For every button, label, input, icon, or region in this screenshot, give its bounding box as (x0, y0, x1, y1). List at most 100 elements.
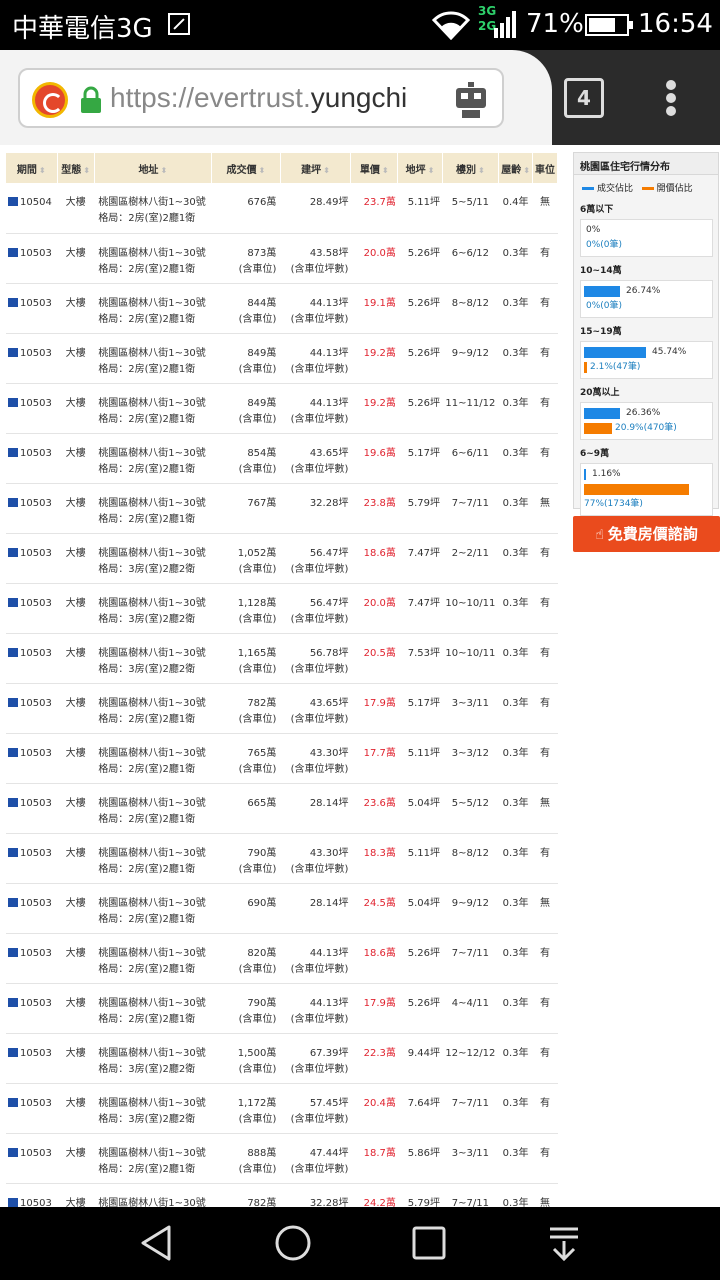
table-row[interactable]: 10503 大樓 桃園區樹林八街1~30號 格局：2房(室)2廳1衛 888萬 (含車位)… (6, 1133, 558, 1184)
address-line: 桃園區樹林八街1~30號 (98, 547, 206, 559)
cell-unit-price: 19.1萬 (350, 283, 398, 334)
area-value: 43.30坪 (309, 847, 349, 859)
home-icon[interactable] (273, 1223, 313, 1263)
price-value: 765萬 (247, 747, 277, 759)
area-value: 28.14坪 (309, 897, 349, 909)
area-value: 32.28坪 (309, 1197, 349, 1208)
column-header[interactable]: 樓別 ⬍ (442, 153, 500, 183)
floor-value: 6~6/11 (451, 447, 489, 459)
address-line: 桃園區樹林八街1~30號 (98, 947, 206, 959)
unit-price-value: 17.7萬 (363, 747, 396, 759)
cell-type: 大樓 (57, 533, 95, 584)
cell-period: 10503 (6, 833, 57, 884)
bank-icon (8, 997, 18, 1007)
cell-unit-price: 20.4萬 (350, 1083, 398, 1134)
table-row[interactable]: 10503 大樓 桃園區樹林八街1~30號 格局：2房(室)2廳1衛 690萬 28.14… (6, 883, 558, 934)
recent-apps-icon[interactable] (409, 1223, 449, 1263)
table-row[interactable]: 10503 大樓 桃園區樹林八街1~30號 格局：2房(室)2廳1衛 854萬 (含車位)… (6, 433, 558, 484)
parking-value: 有 (539, 647, 550, 659)
column-header[interactable]: 車位 (532, 153, 559, 183)
age-value: 0.3年 (502, 547, 529, 559)
bank-icon (8, 1097, 18, 1107)
cell-floor: 10~10/11 (442, 583, 499, 634)
table-row[interactable]: 10503 大樓 桃園區樹林八街1~30號 格局：2房(室)2廳1衛 665萬 28.14… (6, 783, 558, 834)
layout-line: 格局：3房(室)2廳2衛 (98, 1113, 196, 1125)
table-row[interactable]: 10503 大樓 桃園區樹林八街1~30號 格局：2房(室)2廳1衛 765萬 (含車位)… (6, 733, 558, 784)
column-header-label: 成交價 (226, 164, 257, 176)
period-value: 10503 (20, 1097, 52, 1109)
column-header[interactable]: 型態 ⬍ (57, 153, 95, 183)
table-row[interactable]: 10503 大樓 桃園區樹林八街1~30號 格局：3房(室)2廳2衛 1,128萬 (含車… (6, 583, 558, 634)
tab-switcher-button[interactable]: 4 (564, 78, 604, 118)
table-row[interactable]: 10503 大樓 桃園區樹林八街1~30號 格局：2房(室)2廳1衛 790萬 (含車位)… (6, 983, 558, 1034)
floor-value: 12~12/12 (445, 1047, 496, 1059)
table-row[interactable]: 10503 大樓 桃園區樹林八街1~30號 格局：2房(室)2廳1衛 782萬 (含車位)… (6, 683, 558, 734)
floor-value: 5~5/12 (451, 797, 489, 809)
table-row[interactable]: 10503 大樓 桃園區樹林八街1~30號 格局：2房(室)2廳1衛 790萬 (含車位)… (6, 833, 558, 884)
price-value: 690萬 (247, 897, 277, 909)
cell-type: 大樓 (57, 733, 95, 784)
cell-address: 桃園區樹林八街1~30號 格局：3房(室)2廳2衛 (94, 1083, 212, 1134)
layout-line: 格局：3房(室)2廳2衛 (98, 1063, 196, 1075)
table-row[interactable]: 10503 大樓 桃園區樹林八街1~30號 格局：2房(室)2廳1衛 844萬 (含車位)… (6, 283, 558, 334)
column-header[interactable]: 地址 ⬍ (94, 153, 212, 183)
layout-line: 格局：2房(室)2廳1衛 (98, 363, 196, 375)
period-value: 10503 (20, 297, 52, 309)
address-line: 桃園區樹林八街1~30號 (98, 297, 206, 309)
cell-floor: 4~4/11 (442, 983, 499, 1034)
ask-value: 77%(1734筆) (584, 499, 643, 509)
type-value: 大樓 (65, 1147, 86, 1159)
cell-age: 0.3年 (498, 883, 533, 934)
cell-land: 7.53坪 (397, 633, 443, 684)
cell-parking: 有 (532, 433, 558, 484)
free-valuation-button[interactable]: ☝ 免費房價諮詢 (573, 516, 720, 552)
unit-price-value: 20.0萬 (363, 597, 396, 609)
column-header[interactable]: 成交價 ⬍ (211, 153, 281, 183)
parking-value: 有 (539, 397, 550, 409)
column-header[interactable]: 地坪 ⬍ (397, 153, 443, 183)
column-header[interactable]: 屋齡 ⬍ (498, 153, 533, 183)
table-row[interactable]: 10503 大樓 桃園區樹林八街1~30號 格局：3房(室)2廳2衛 1,052萬 (含車… (6, 533, 558, 584)
cell-area: 67.39坪 (含車位坪數) (280, 1033, 351, 1084)
type-value: 大樓 (65, 647, 86, 659)
cell-parking: 有 (532, 633, 558, 684)
price-note: (含車位) (238, 313, 277, 325)
table-row[interactable]: 10503 大樓 桃園區樹林八街1~30號 格局：2房(室)2廳1衛 767萬 32.28… (6, 483, 558, 534)
notification-pulldown-icon[interactable] (544, 1223, 584, 1263)
price-note: (含車位) (238, 713, 277, 725)
address-bar[interactable]: https://evertrust.yungchi (18, 68, 504, 128)
table-row[interactable]: 10503 大樓 桃園區樹林八街1~30號 格局：2房(室)2廳1衛 849萬 (含車位)… (6, 383, 558, 434)
column-header[interactable]: 建坪 ⬍ (280, 153, 351, 183)
back-icon[interactable] (137, 1223, 177, 1263)
table-row[interactable]: 10503 大樓 桃園區樹林八街1~30號 格局：2房(室)2廳1衛 820萬 (含車位)… (6, 933, 558, 984)
cell-land: 7.47坪 (397, 583, 443, 634)
overflow-menu-icon[interactable] (666, 80, 678, 116)
floor-value: 6~6/12 (451, 247, 489, 259)
table-row[interactable]: 10504 大樓 桃園區樹林八街1~30號 格局：2房(室)2廳1衛 676萬 28.49… (6, 183, 558, 234)
column-header[interactable]: 期間 ⬍ (6, 153, 58, 183)
price-note: (含車位) (238, 763, 277, 775)
table-row[interactable]: 10503 大樓 桃園區樹林八街1~30號 格局：3房(室)2廳2衛 1,165萬 (含車… (6, 633, 558, 684)
unit-price-value: 19.1萬 (363, 297, 396, 309)
unit-price-value: 18.3萬 (363, 847, 396, 859)
reader-mode-icon[interactable] (450, 80, 492, 120)
floor-value: 3~3/12 (451, 747, 489, 759)
floor-value: 8~8/12 (451, 847, 489, 859)
land-value: 5.26坪 (407, 347, 441, 359)
price-value: 665萬 (247, 797, 277, 809)
floor-value: 7~7/11 (451, 947, 489, 959)
table-row[interactable]: 10503 大樓 桃園區樹林八街1~30號 格局：2房(室)2廳1衛 849萬 (含車位)… (6, 333, 558, 384)
table-row[interactable]: 10503 大樓 桃園區樹林八街1~30號 格局：2房(室)2廳1衛 873萬 (含車位)… (6, 233, 558, 284)
period-value: 10503 (20, 747, 52, 759)
cell-price: 820萬 (含車位) (211, 933, 281, 984)
period-value: 10503 (20, 647, 52, 659)
price-note: (含車位) (238, 1063, 277, 1075)
column-header[interactable]: 單價 ⬍ (350, 153, 399, 183)
parking-value: 有 (539, 347, 550, 359)
table-row[interactable]: 10503 大樓 桃園區樹林八街1~30號 格局：3房(室)2廳2衛 1,500萬 (含車… (6, 1033, 558, 1084)
price-distribution-panel: 桃園區住宅行情分布 成交佔比 開價佔比 6萬以下 0% 0%(0筆) 10~14萬 26… (573, 152, 719, 516)
table-row[interactable]: 10503 大樓 桃園區樹林八街1~30號 782萬 32.28坪 24.2萬 5.79坪 7… (6, 1183, 558, 1207)
table-row[interactable]: 10503 大樓 桃園區樹林八街1~30號 格局：3房(室)2廳2衛 1,172萬 (含車… (6, 1083, 558, 1134)
address-line: 桃園區樹林八街1~30號 (98, 847, 206, 859)
type-value: 大樓 (65, 847, 86, 859)
